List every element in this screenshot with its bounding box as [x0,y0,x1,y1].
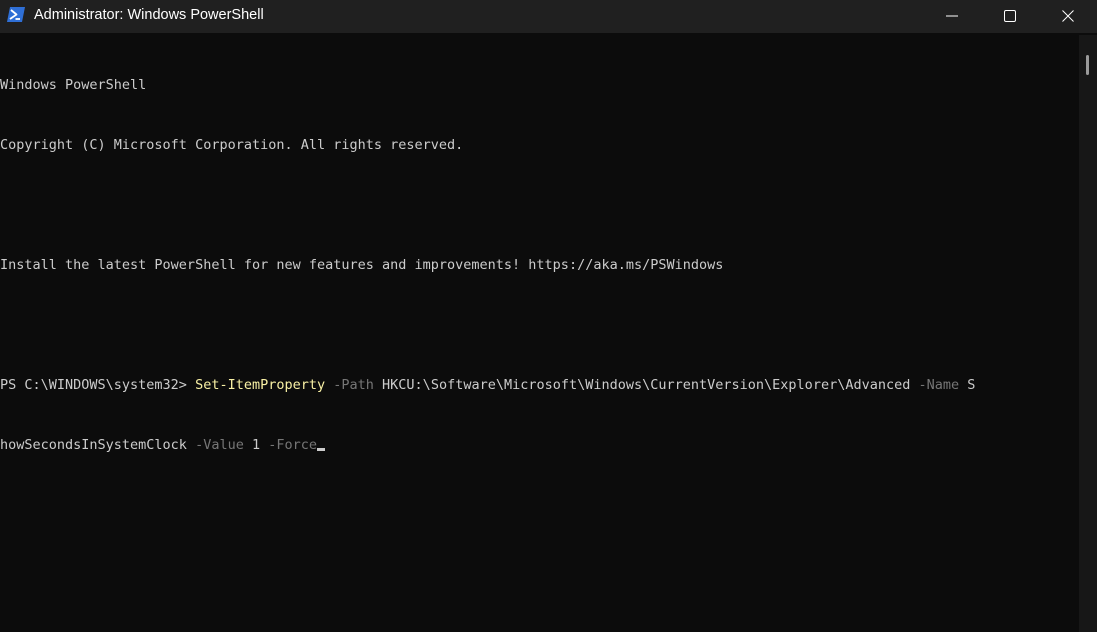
powershell-window: Administrator: Windows PowerShell Window… [0,0,1097,632]
force-parameter: -Force [268,437,318,453]
value-parameter: -Value [195,437,244,453]
maximize-button[interactable] [986,0,1034,33]
window-title: Administrator: Windows PowerShell [34,7,264,23]
banner-title: Windows PowerShell [0,77,147,93]
title-bar[interactable]: Administrator: Windows PowerShell [0,0,1097,33]
name-value-start: S [967,377,976,393]
cmdlet-name: Set-ItemProperty [195,377,326,393]
vertical-scrollbar[interactable] [1079,35,1097,632]
close-button[interactable] [1044,0,1092,33]
text-cursor [317,448,326,451]
close-icon [1062,10,1074,22]
value-argument: 1 [252,437,261,453]
install-notice: Install the latest PowerShell for new fe… [0,257,724,273]
powershell-icon [7,6,25,23]
path-parameter: -Path [333,377,374,393]
maximize-icon [1004,10,1016,22]
command-line-2: howSecondsInSystemClock -Value 1 -Force [0,435,1077,455]
scrollbar-thumb[interactable] [1086,55,1089,75]
name-parameter: -Name [918,377,960,393]
command-line-1: PS C:\WINDOWS\system32> Set-ItemProperty… [0,375,1077,395]
minimize-icon [946,15,958,17]
console-output[interactable]: Windows PowerShell Copyright (C) Microso… [0,35,1077,632]
minimize-button[interactable] [928,0,976,33]
path-value: HKCU:\Software\Microsoft\Windows\Current… [382,377,911,393]
banner-copyright: Copyright (C) Microsoft Corporation. All… [0,137,464,153]
name-value-end: howSecondsInSystemClock [0,437,187,453]
prompt: PS C:\WINDOWS\system32> [0,377,196,393]
